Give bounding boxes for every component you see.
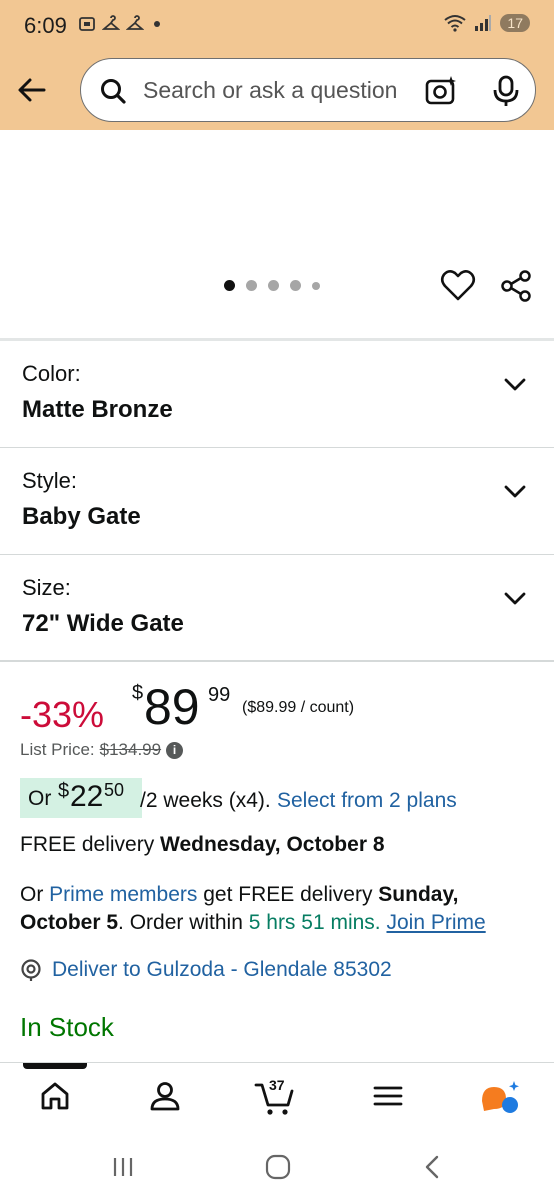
list-price-value: $134.99 (99, 740, 162, 759)
share-icon[interactable] (498, 268, 534, 304)
chevron-down-icon (504, 592, 526, 605)
active-tab-indicator (23, 1063, 87, 1069)
variation-style[interactable]: Style: Baby Gate (0, 448, 554, 555)
account-icon[interactable] (148, 1079, 182, 1113)
variation-value: Matte Bronze (22, 396, 173, 423)
stock-status: In Stock (20, 1012, 114, 1042)
discount-percentage: -33% (20, 694, 105, 735)
home-button-icon[interactable] (264, 1154, 292, 1180)
deliver-to-text: Deliver to Gulzoda - Glendale 85302 (52, 958, 392, 981)
rufus-ai-icon[interactable] (478, 1077, 520, 1117)
home-icon[interactable] (38, 1079, 72, 1113)
hanger-notification-icon-2 (126, 15, 144, 30)
heart-icon[interactable] (440, 268, 476, 302)
cart-button[interactable]: 37 (254, 1077, 298, 1117)
prime-members-link[interactable]: Prime members (49, 883, 197, 906)
installment-badge: Or $ 22 50 (20, 778, 142, 818)
notification-icons (78, 15, 160, 33)
search-input[interactable]: Search or ask a question (80, 58, 536, 122)
installment-currency: $ (58, 780, 70, 802)
menu-icon[interactable] (372, 1079, 404, 1113)
prime-time-left: 5 hrs 51 mins. (248, 911, 381, 934)
search-placeholder: Search or ask a question (143, 77, 398, 103)
prime-delivery-info: Or Prime members get FREE delivery Sunda… (20, 881, 540, 937)
installment-whole: 22 (70, 780, 104, 813)
pagination-dot-active (224, 280, 235, 291)
cart-count: 37 (269, 1077, 285, 1093)
status-bar: 6:09 17 (0, 0, 554, 52)
delivery-prefix: FREE delivery (20, 833, 155, 856)
battery-indicator: 17 (500, 14, 530, 32)
delivery-date: Wednesday, October 8 (160, 833, 385, 856)
deliver-to-location[interactable]: Deliver to Gulzoda - Glendale 85302 (20, 958, 392, 982)
wifi-icon (444, 15, 467, 32)
variation-size[interactable]: Size: 72" Wide Gate (0, 555, 554, 662)
pagination-dot (268, 280, 279, 291)
screenshot-notification-icon (79, 17, 95, 31)
location-pin-icon (21, 959, 41, 981)
installment-offer: Or $ 22 50 /2 weeks (x4). Select from 2 … (20, 778, 540, 820)
product-image-gallery[interactable] (0, 130, 554, 338)
list-price-label: List Price: (20, 740, 95, 759)
chevron-down-icon (504, 485, 526, 498)
price-fraction: 99 (208, 684, 231, 706)
recent-apps-icon[interactable] (110, 1154, 136, 1180)
price-whole: 89 (144, 679, 200, 735)
system-status-icons: 17 (444, 14, 530, 32)
list-price: List Price: $134.99 i (20, 740, 184, 760)
variation-color[interactable]: Color: Matte Bronze (0, 341, 554, 448)
status-time: 6:09 (24, 13, 67, 38)
section-divider (0, 660, 554, 662)
variation-value: Baby Gate (22, 503, 141, 530)
pagination-dot (246, 280, 257, 291)
join-prime-link[interactable]: Join Prime (386, 911, 485, 934)
search-header: Search or ask a question (0, 52, 554, 130)
variation-label: Size: (22, 575, 71, 600)
free-delivery-info: FREE delivery Wednesday, October 8 (20, 833, 385, 857)
microphone-icon[interactable] (491, 73, 521, 109)
search-icon (101, 79, 126, 104)
prime-order-within: . Order within (118, 911, 243, 934)
signal-icon (475, 15, 492, 31)
camera-search-icon[interactable] (423, 73, 459, 109)
installment-fraction: 50 (104, 780, 125, 800)
price-currency-symbol: $ (132, 682, 144, 704)
bottom-navigation: 37 (0, 1062, 554, 1132)
price-per-unit: ($89.99 / count) (242, 699, 355, 716)
prime-or: Or (20, 883, 44, 906)
select-plans-link[interactable]: Select from 2 plans (277, 789, 457, 813)
installment-period: /2 weeks (x4). (140, 789, 271, 812)
hanger-notification-icon (102, 15, 120, 30)
variation-label: Style: (22, 468, 78, 493)
system-back-icon[interactable] (420, 1154, 446, 1180)
variation-label: Color: (22, 361, 81, 386)
more-notifications-dot (154, 21, 160, 27)
system-navigation-bar (0, 1132, 554, 1200)
info-icon[interactable]: i (166, 741, 184, 759)
chevron-down-icon (504, 378, 526, 391)
image-pagination-dots (224, 280, 320, 291)
installment-or: Or (28, 787, 52, 810)
prime-get-free: get FREE delivery (203, 883, 373, 906)
pagination-dot (290, 280, 301, 291)
pagination-dot (312, 281, 320, 290)
back-arrow-icon[interactable] (14, 72, 50, 108)
price-block: -33% $ 89 99 ($89.99 / count) (20, 678, 540, 738)
variation-value: 72" Wide Gate (22, 610, 184, 637)
